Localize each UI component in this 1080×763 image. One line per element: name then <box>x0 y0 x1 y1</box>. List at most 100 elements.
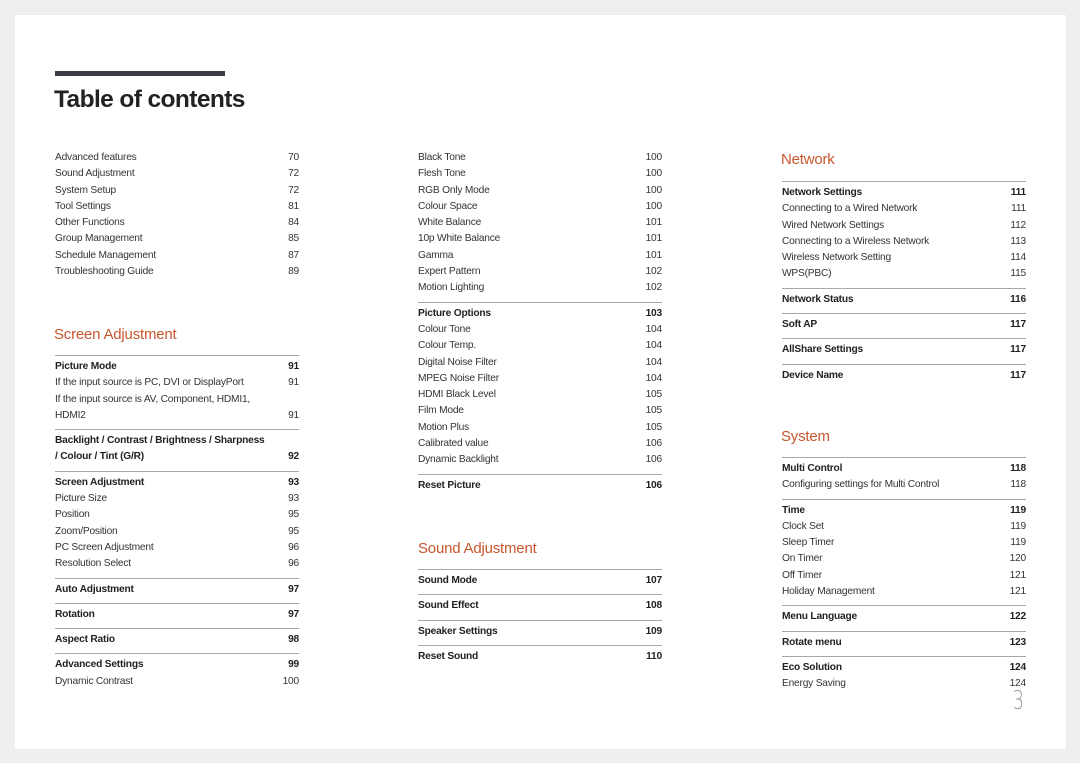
toc-group[interactable]: Advanced Settings 99 <box>55 657 299 673</box>
toc-entry[interactable]: RGB Only Mode 100 <box>418 183 662 199</box>
divider <box>55 429 299 431</box>
toc-group[interactable]: Auto Adjustment 97 <box>55 582 299 598</box>
toc-entry[interactable]: Other Functions 84 <box>55 215 299 231</box>
toc-entry[interactable]: Flesh Tone 100 <box>418 166 662 182</box>
toc-entry[interactable]: Energy Saving 124 <box>782 676 1026 692</box>
toc-entry[interactable]: If the input source is AV, Component, HD… <box>55 392 299 425</box>
toc-entry[interactable]: Holiday Management 121 <box>782 584 1026 600</box>
toc-entry[interactable]: 10p White Balance 101 <box>418 231 662 247</box>
toc-entry[interactable]: Dynamic Contrast 100 <box>55 674 299 690</box>
toc-entry[interactable]: PC Screen Adjustment 96 <box>55 540 299 556</box>
toc-entry[interactable]: Motion Plus 105 <box>418 420 662 436</box>
toc-entry[interactable]: On Timer 120 <box>782 551 1026 567</box>
divider <box>782 605 1026 607</box>
page-number: 3 <box>1012 686 1025 716</box>
toc-group[interactable]: Sound Effect 108 <box>418 598 662 614</box>
toc-entry[interactable]: Wired Network Settings 112 <box>782 218 1026 234</box>
toc-entry[interactable]: Off Timer 121 <box>782 568 1026 584</box>
divider <box>418 644 662 646</box>
sound-adjustment-list: Sound Mode 107 Sound Effect 108 Speaker Se… <box>418 569 662 665</box>
divider <box>55 577 299 579</box>
toc-group[interactable]: Soft AP 117 <box>782 317 1026 333</box>
toc-entry[interactable]: Configuring settings for Multi Control 11… <box>782 477 1026 493</box>
toc-entry[interactable]: White Balance 101 <box>418 215 662 231</box>
divider <box>418 473 662 475</box>
toc-entry[interactable]: Digital Noise Filter 104 <box>418 355 662 371</box>
toc-entry[interactable]: Film Mode 105 <box>418 403 662 419</box>
network-list: Network Settings 111 Connecting to a Wire… <box>782 181 1026 384</box>
divider <box>418 569 662 570</box>
toc-group[interactable]: Rotation 97 <box>55 607 299 623</box>
toc-entry[interactable]: Clock Set 119 <box>782 519 1026 535</box>
toc-entry[interactable]: MPEG Noise Filter 104 <box>418 371 662 387</box>
toc-group[interactable]: Menu Language 122 <box>782 609 1026 625</box>
divider <box>782 655 1026 657</box>
toc-entry[interactable]: Black Tone 100 <box>418 150 662 166</box>
section-title-screen-adjustment: Screen Adjustment <box>54 326 177 343</box>
divider <box>782 630 1026 632</box>
title-accent-bar <box>55 71 225 76</box>
toc-group[interactable]: Picture Options 103 <box>418 306 662 322</box>
toc-group[interactable]: Network Status 116 <box>782 292 1026 308</box>
divider <box>418 619 662 621</box>
toc-entry[interactable]: Gamma 101 <box>418 248 662 264</box>
toc-group[interactable]: Sound Mode 107 <box>418 573 662 589</box>
system-list: Multi Control 118 Configuring settings fo… <box>782 457 1026 693</box>
divider <box>782 313 1026 315</box>
toc-entry[interactable]: Zoom/Position 95 <box>55 524 299 540</box>
divider <box>55 602 299 604</box>
advanced-settings-continued-list: Black Tone 100 Flesh Tone 100 RGB Only Mod… <box>418 150 662 494</box>
toc-group[interactable]: Time 119 <box>782 503 1026 519</box>
toc-group[interactable]: Eco Solution 124 <box>782 660 1026 676</box>
toc-entry[interactable]: HDMI Black Level 105 <box>418 387 662 403</box>
toc-entry[interactable]: Motion Lighting 102 <box>418 280 662 296</box>
toc-entry[interactable]: Colour Tone 104 <box>418 322 662 338</box>
toc-entry[interactable]: Expert Pattern 102 <box>418 264 662 280</box>
toc-entry[interactable]: Wireless Network Setting 114 <box>782 250 1026 266</box>
divider <box>782 363 1026 365</box>
toc-group[interactable]: Network Settings 111 <box>782 185 1026 201</box>
toc-entry[interactable]: Dynamic Backlight 106 <box>418 452 662 468</box>
toc-entry[interactable]: WPS(PBC) 115 <box>782 266 1026 282</box>
intro-toc-list: Advanced features 70 Sound Adjustment 72 S… <box>55 150 299 280</box>
toc-entry[interactable]: Connecting to a Wireless Network 113 <box>782 234 1026 250</box>
toc-group[interactable]: AllShare Settings 117 <box>782 342 1026 358</box>
toc-group[interactable]: Rotate menu 123 <box>782 635 1026 651</box>
toc-group[interactable]: Reset Sound 110 <box>418 649 662 665</box>
toc-entry[interactable]: System Setup 72 <box>55 183 299 199</box>
toc-group[interactable]: Device Name 117 <box>782 368 1026 384</box>
toc-entry[interactable]: Colour Temp. 104 <box>418 338 662 354</box>
divider <box>418 594 662 596</box>
section-title-sound-adjustment: Sound Adjustment <box>418 540 537 557</box>
toc-group[interactable]: Picture Mode 91 <box>55 359 299 375</box>
divider <box>782 457 1026 458</box>
toc-entry[interactable]: Schedule Management 87 <box>55 248 299 264</box>
divider <box>55 653 299 655</box>
toc-group[interactable]: Aspect Ratio 98 <box>55 632 299 648</box>
page-title: Table of contents <box>54 86 245 113</box>
toc-entry[interactable]: Colour Space 100 <box>418 199 662 215</box>
toc-entry[interactable]: Sound Adjustment 72 <box>55 166 299 182</box>
divider <box>55 355 299 356</box>
divider <box>782 181 1026 182</box>
toc-entry[interactable]: Picture Size 93 <box>55 491 299 507</box>
toc-entry[interactable]: Troubleshooting Guide 89 <box>55 264 299 280</box>
toc-group[interactable]: Multi Control 118 <box>782 461 1026 477</box>
toc-entry[interactable]: Sleep Timer 119 <box>782 535 1026 551</box>
toc-group[interactable]: Reset Picture 106 <box>418 478 662 494</box>
toc-entry[interactable]: Tool Settings 81 <box>55 199 299 215</box>
screen-adjustment-list: Picture Mode 91 If the input source is PC… <box>55 355 299 690</box>
toc-entry[interactable]: Group Management 85 <box>55 231 299 247</box>
divider <box>418 301 662 303</box>
toc-entry[interactable]: Connecting to a Wired Network 111 <box>782 201 1026 217</box>
toc-group[interactable]: Backlight / Contrast / Brightness / Shar… <box>55 433 299 466</box>
toc-entry[interactable]: Calibrated value 106 <box>418 436 662 452</box>
divider <box>782 287 1026 289</box>
divider <box>782 498 1026 500</box>
toc-group[interactable]: Speaker Settings 109 <box>418 624 662 640</box>
toc-entry[interactable]: Position 95 <box>55 507 299 523</box>
toc-entry[interactable]: If the input source is PC, DVI or Displa… <box>55 375 299 391</box>
toc-entry[interactable]: Resolution Select 96 <box>55 556 299 572</box>
toc-entry[interactable]: Advanced features 70 <box>55 150 299 166</box>
toc-group[interactable]: Screen Adjustment 93 <box>55 475 299 491</box>
